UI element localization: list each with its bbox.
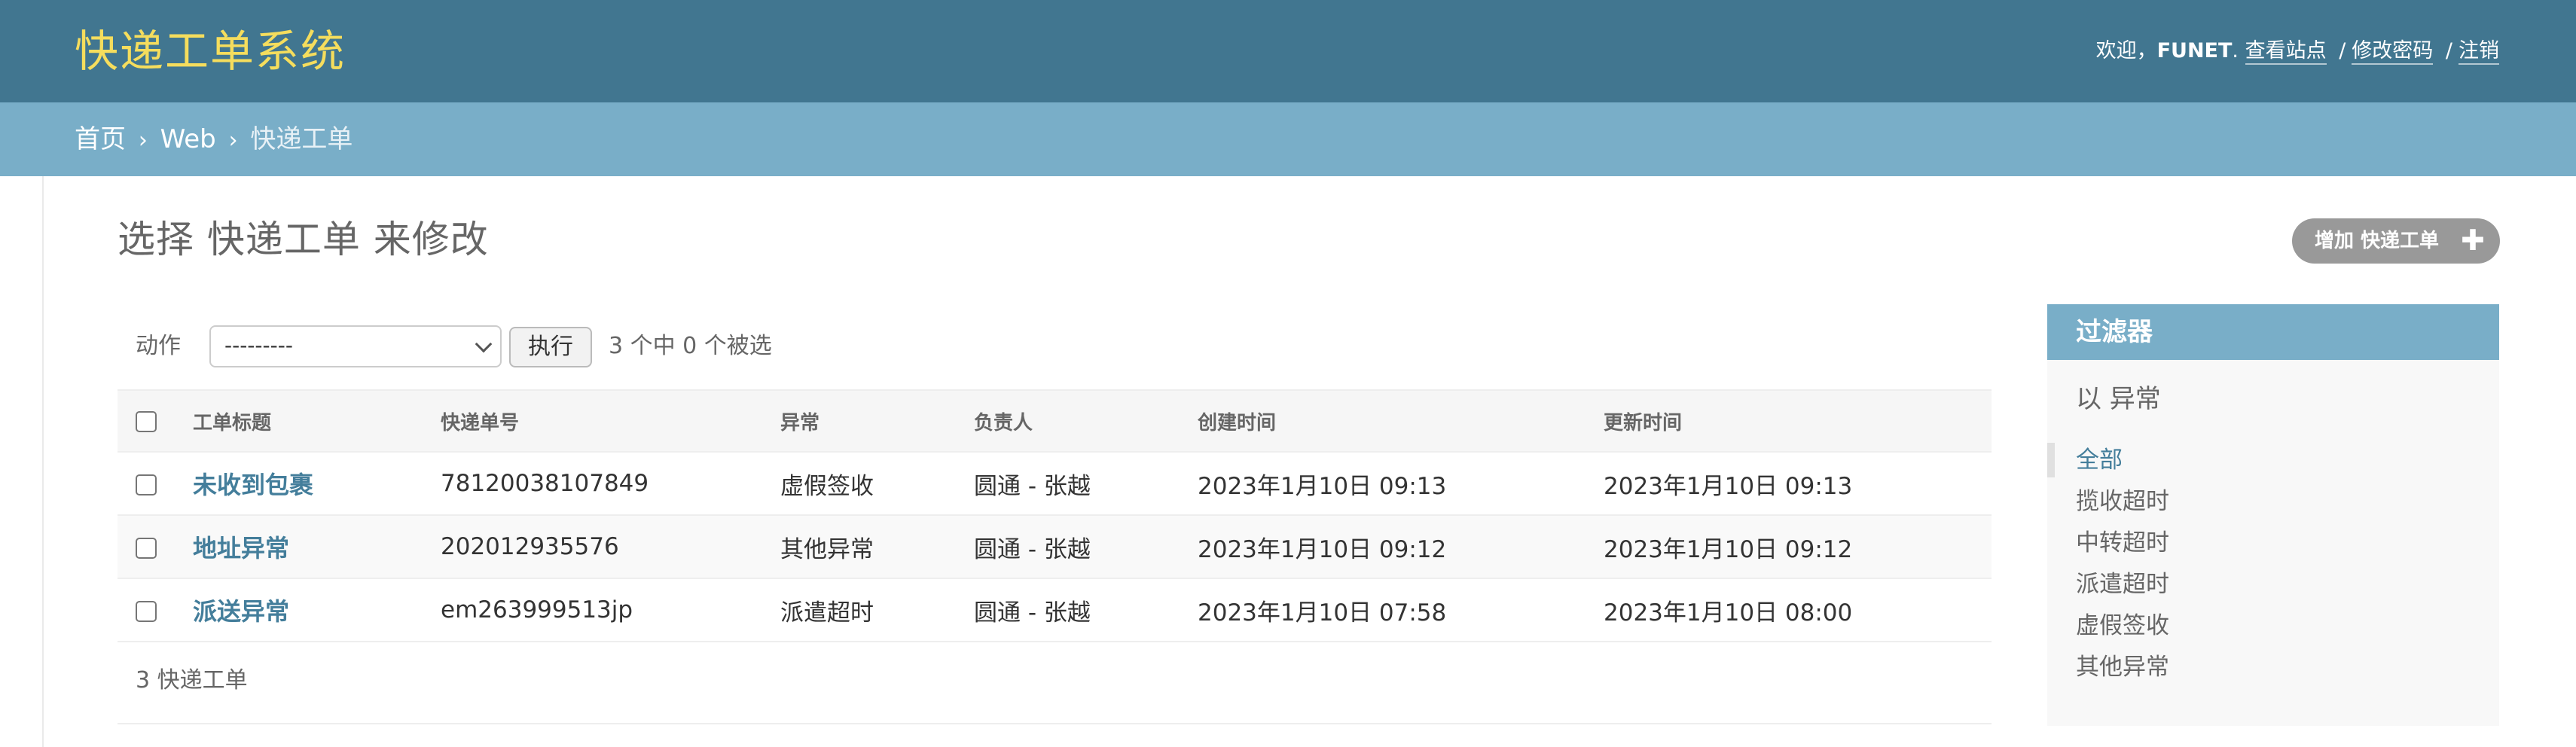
content-divider [42,176,44,747]
results-table: 工单标题 快递单号 异常 负责人 创建时间 更新时间 未收到包裹 7812003… [118,389,1992,642]
created-cell: 2023年1月10日 07:58 [1198,599,1447,627]
action-select[interactable]: --------- [209,325,502,367]
user-tools: 欢迎，FUNET. 查看站点 / 修改密码 / 注销 [2096,36,2499,66]
anomaly-cell: 派遣超时 [780,599,874,627]
breadcrumb-app[interactable]: Web [160,124,216,154]
column-header-updated[interactable]: 更新时间 [1604,390,1992,452]
breadcrumb-arrow-icon: › [228,127,238,154]
table-row: 派送异常 em263999513jp 派遣超时 圆通 - 张越 2023年1月1… [118,578,1992,642]
breadcrumb: 首页 › Web › 快递工单 [0,102,2576,176]
username: FUNET [2156,39,2233,63]
add-button-label: 增加 快递工单 [2315,230,2440,252]
ticket-title-link[interactable]: 地址异常 [193,534,289,563]
created-cell: 2023年1月10日 09:12 [1198,535,1447,563]
row-checkbox[interactable] [136,474,157,495]
filter-panel: 过滤器 以 异常 全部 揽收超时 中转超时 派遣超时 虚假签收 其他异常 [2047,304,2499,726]
tracking-cell: 78120038107849 [441,470,649,497]
chevron-down-icon [475,335,493,353]
title-cell: 地址异常 [193,515,441,578]
updated-cell: 2023年1月10日 08:00 [1604,599,1853,627]
column-header-title[interactable]: 工单标题 [193,390,441,452]
title-cell: 未收到包裹 [193,452,441,515]
site-header: 快递工单系统 欢迎，FUNET. 查看站点 / 修改密码 / 注销 [0,0,2576,102]
breadcrumb-arrow-icon: › [138,127,148,154]
column-header-created[interactable]: 创建时间 [1198,390,1604,452]
selection-counter: 3 个中 0 个被选 [609,333,772,359]
filter-list: 全部 揽收超时 中转超时 派遣超时 虚假签收 其他异常 [2047,440,2499,688]
filter-item-delivery-timeout[interactable]: 派遣超时 [2047,564,2499,605]
filter-title: 过滤器 [2047,304,2499,360]
user-tools-separator: / [2445,39,2452,63]
filter-item-all[interactable]: 全部 [2047,440,2499,481]
anomaly-cell: 其他异常 [780,535,874,563]
row-select-cell [118,578,193,642]
table-row: 地址异常 202012935576 其他异常 圆通 - 张越 2023年1月10… [118,515,1992,578]
welcome-text: 欢迎， [2095,39,2157,63]
row-checkbox[interactable] [136,600,157,622]
column-header-tracking[interactable]: 快递单号 [441,390,780,452]
actions-label: 动作 [136,333,181,359]
plus-icon: ✚ [2461,224,2485,257]
run-action-button[interactable]: 执行 [509,327,592,367]
select-all-cell [118,390,193,452]
tracking-cell: 202012935576 [441,533,619,560]
tracking-cell: em263999513jp [441,596,633,624]
filter-item-transit-timeout[interactable]: 中转超时 [2047,523,2499,564]
updated-cell: 2023年1月10日 09:13 [1604,472,1853,500]
add-button[interactable]: 增加 快递工单 ✚ [2292,218,2500,264]
page-title: 选择 快递工单 来修改 [118,218,489,261]
filter-item-false-signoff[interactable]: 虚假签收 [2047,605,2499,647]
username-suffix: . [2232,39,2239,63]
result-count: 3 快递工单 [136,667,248,694]
site-brand[interactable]: 快递工单系统 [75,26,346,77]
results-table-wrapper: 工单标题 快递单号 异常 负责人 创建时间 更新时间 未收到包裹 7812003… [118,389,1992,642]
action-select-value: --------- [224,333,293,358]
updated-cell: 2023年1月10日 09:12 [1604,535,1853,563]
row-checkbox[interactable] [136,537,157,559]
select-all-checkbox[interactable] [136,410,157,432]
owner-cell: 圆通 - 张越 [974,599,1091,627]
ticket-title-link[interactable]: 未收到包裹 [193,471,313,499]
breadcrumb-home[interactable]: 首页 [75,124,126,154]
owner-cell: 圆通 - 张越 [974,535,1091,563]
filter-item-pickup-timeout[interactable]: 揽收超时 [2047,481,2499,523]
row-select-cell [118,515,193,578]
breadcrumb-current: 快递工单 [250,124,353,154]
breadcrumb-trail: 首页 › Web › 快递工单 [75,122,353,158]
ticket-title-link[interactable]: 派送异常 [193,597,289,626]
anomaly-cell: 虚假签收 [780,472,874,500]
table-header-row: 工单标题 快递单号 异常 负责人 创建时间 更新时间 [118,390,1992,452]
column-header-anomaly[interactable]: 异常 [780,390,974,452]
title-cell: 派送异常 [193,578,441,642]
view-site-link[interactable]: 查看站点 [2245,39,2327,65]
owner-cell: 圆通 - 张越 [974,472,1091,500]
change-password-link[interactable]: 修改密码 [2352,39,2434,65]
filter-by-anomaly-heading: 以 异常 [2076,384,2161,414]
logout-link[interactable]: 注销 [2458,39,2499,65]
created-cell: 2023年1月10日 09:13 [1198,472,1447,500]
results-bottom-divider [118,723,1992,724]
column-header-owner[interactable]: 负责人 [974,390,1198,452]
table-row: 未收到包裹 78120038107849 虚假签收 圆通 - 张越 2023年1… [118,452,1992,515]
user-tools-separator: / [2339,39,2346,63]
row-select-cell [118,452,193,515]
filter-item-other-anomaly[interactable]: 其他异常 [2047,647,2499,688]
